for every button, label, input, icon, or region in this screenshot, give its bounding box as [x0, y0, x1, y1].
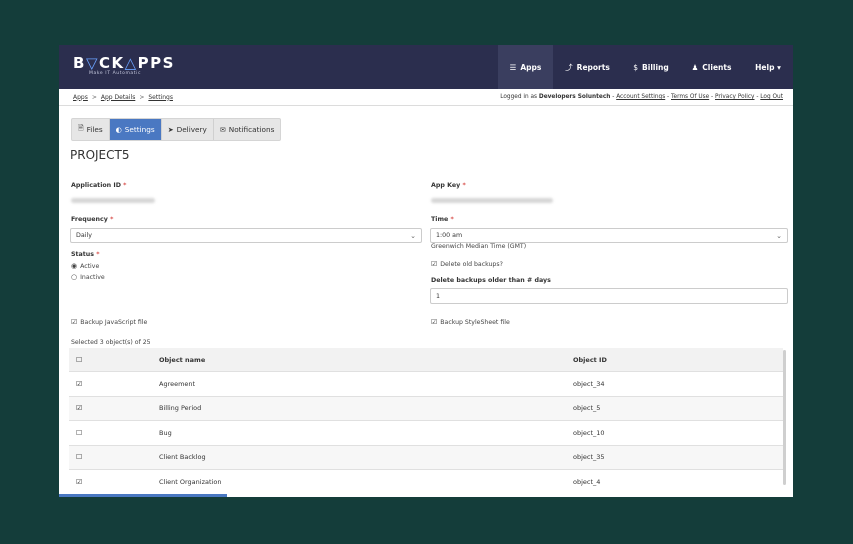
object-name: Client Backlog	[159, 453, 206, 462]
header-object-id: Object ID	[573, 355, 607, 364]
table-header: ☐ Object name Object ID	[69, 348, 783, 371]
table-row[interactable]: ☐ Bug object_10	[69, 420, 783, 445]
select-all-checkbox[interactable]: ☐	[69, 356, 159, 364]
chart-icon: ⤴	[565, 62, 573, 72]
row-checkbox-unchecked[interactable]: ☐	[69, 429, 159, 437]
logo[interactable]: B▽CK△PPS Make IT Automatic	[73, 55, 175, 76]
envelope-icon: ✉	[219, 125, 226, 134]
table-row[interactable]: ☐ Client Backlog object_35	[69, 444, 783, 469]
nav-help[interactable]: Help ▾	[743, 45, 793, 89]
breadcrumb-settings[interactable]: Settings	[148, 94, 173, 101]
file-icon: 🗎	[78, 124, 84, 132]
row-checkbox-checked[interactable]: ☑	[69, 404, 159, 412]
app-id-label: Application ID *	[71, 182, 127, 189]
app-key-value	[431, 198, 553, 203]
row-checkbox-checked[interactable]: ☑	[69, 380, 159, 388]
nav-apps[interactable]: ☰ Apps	[498, 45, 553, 89]
table-scrollbar[interactable]	[783, 350, 786, 485]
nav-billing[interactable]: $ Billing	[622, 45, 680, 89]
object-name: Agreement	[159, 379, 196, 388]
status-active-radio[interactable]: ◉ Active	[71, 262, 99, 270]
objects-table: ☐ Object name Object ID ☑ Agreement obje…	[69, 348, 783, 494]
timezone-note: Greenwich Median Time (GMT)	[431, 243, 527, 250]
page-title: PROJECT5	[70, 148, 130, 162]
table-row[interactable]: ☑ Agreement object_34	[69, 371, 783, 396]
delete-days-input[interactable]: 1	[430, 288, 788, 304]
object-id: object_10	[573, 428, 605, 437]
object-id: object_35	[573, 453, 605, 462]
database-icon: ☰	[509, 62, 517, 72]
time-select[interactable]: 1:00 am ⌄	[430, 228, 788, 243]
header-object-name: Object name	[159, 355, 206, 364]
object-id: object_4	[573, 477, 601, 486]
checkbox-checked-icon: ☑	[431, 318, 438, 326]
terms-link[interactable]: Terms Of Use	[671, 94, 709, 100]
nav-reports[interactable]: ⤴ Reports	[553, 45, 622, 89]
radio-unchecked-icon: ○	[71, 273, 78, 281]
object-id: object_34	[573, 379, 605, 388]
frequency-select[interactable]: Daily ⌄	[70, 228, 422, 243]
selected-summary: Selected 3 object(s) of 25	[71, 339, 151, 346]
breadcrumb-app-details[interactable]: App Details	[101, 94, 135, 101]
table-row[interactable]: ☑ Client Organization object_4	[69, 469, 783, 494]
triangle-up-icon: △	[124, 54, 138, 72]
privacy-link[interactable]: Privacy Policy	[715, 94, 755, 100]
breadcrumb-bar: Apps > App Details > Settings Logged in as D…	[59, 89, 793, 106]
app-key-label: App Key *	[431, 182, 466, 189]
status-inactive-radio[interactable]: ○ Inactive	[71, 273, 105, 281]
main-nav: ☰ Apps ⤴ Reports $ Billing ♟ Clients Help ▾	[498, 45, 793, 89]
app-id-value	[71, 198, 155, 203]
backup-js-checkbox[interactable]: ☑ Backup JavaScript file	[71, 318, 147, 326]
checkbox-checked-icon: ☑	[431, 260, 438, 268]
send-icon: ➤	[167, 125, 174, 134]
account-links: Logged in as Developers Soluntech - Acco…	[500, 94, 783, 100]
frequency-label: Frequency *	[71, 216, 114, 223]
settings-tabs: 🗎 Files ◐ Settings ➤ Delivery ✉ Notification…	[71, 118, 282, 141]
dollar-icon: $	[633, 62, 639, 72]
breadcrumb: Apps > App Details > Settings	[73, 93, 173, 101]
checkbox-checked-icon: ☑	[71, 318, 78, 326]
company-name: Developers Soluntech	[538, 94, 611, 100]
user-icon: ♟	[691, 62, 699, 72]
breadcrumb-apps[interactable]: Apps	[73, 94, 88, 101]
backup-css-checkbox[interactable]: ☑ Backup StyleSheet file	[431, 318, 510, 326]
nav-clients[interactable]: ♟ Clients	[680, 45, 743, 89]
object-name: Billing Period	[159, 404, 202, 413]
triangle-down-icon: ▽	[85, 54, 99, 72]
object-id: object_5	[573, 404, 601, 413]
chevron-down-icon: ⌄	[410, 231, 416, 240]
loading-bar	[59, 494, 227, 497]
chevron-down-icon: ⌄	[776, 231, 782, 240]
row-checkbox-unchecked[interactable]: ☐	[69, 453, 159, 461]
app-window: B▽CK△PPS Make IT Automatic ☰ Apps ⤴ Report…	[59, 45, 793, 497]
status-label: Status *	[71, 251, 100, 258]
tab-files[interactable]: 🗎 Files	[72, 119, 110, 140]
account-settings-link[interactable]: Account Settings	[616, 94, 665, 100]
tab-delivery[interactable]: ➤ Delivery	[162, 119, 214, 140]
tab-settings[interactable]: ◐ Settings	[109, 119, 162, 140]
logout-link[interactable]: Log Out	[760, 94, 783, 100]
delete-old-checkbox[interactable]: ☑ Delete old backups?	[431, 260, 503, 268]
row-checkbox-checked[interactable]: ☑	[69, 478, 159, 486]
radio-checked-icon: ◉	[71, 262, 78, 270]
delete-days-label: Delete backups older than # days	[431, 277, 551, 284]
top-navbar: B▽CK△PPS Make IT Automatic ☰ Apps ⤴ Report…	[59, 45, 793, 89]
toggle-icon: ◐	[115, 125, 122, 134]
table-row[interactable]: ☑ Billing Period object_5	[69, 395, 783, 420]
object-name: Bug	[159, 428, 172, 437]
tab-notifications[interactable]: ✉ Notifications	[214, 119, 281, 140]
object-name: Client Organization	[159, 477, 222, 486]
time-label: Time *	[431, 216, 454, 223]
